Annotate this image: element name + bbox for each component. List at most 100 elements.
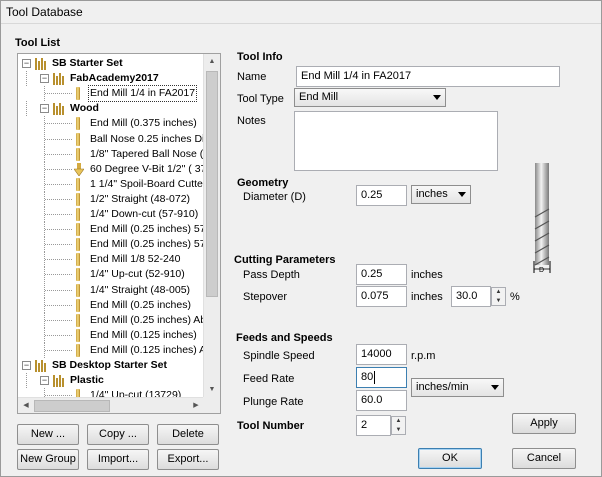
scroll-up-icon[interactable]: ▲ bbox=[204, 54, 220, 70]
copy-tool-button[interactable]: Copy ... bbox=[87, 424, 149, 445]
tree-item-label: 1 1/4" Spoil-Board Cutter ( bbox=[90, 177, 204, 190]
tree-tool-row[interactable]: 1 1/4" Spoil-Board Cutter ( bbox=[18, 176, 204, 192]
tree-tool-row[interactable]: End Mill (0.25 inches) 57-2 bbox=[18, 237, 204, 253]
tool-type-value: End Mill bbox=[299, 91, 339, 103]
plunge-rate-input[interactable]: 60.0 bbox=[356, 390, 407, 411]
minus-box-icon[interactable]: − bbox=[22, 361, 31, 370]
rate-units-select[interactable]: inches/min bbox=[411, 378, 504, 397]
new-tool-button[interactable]: New ... bbox=[17, 424, 79, 445]
tree-tool-row[interactable]: End Mill (0.375 inches) bbox=[18, 116, 204, 132]
end-mill-icon bbox=[76, 208, 80, 221]
tree-connector bbox=[45, 183, 72, 185]
tool-type-select[interactable]: End Mill bbox=[294, 88, 446, 107]
tree-item-label: End Mill 1/4 in FA2017 bbox=[87, 85, 198, 103]
apply-button[interactable]: Apply bbox=[512, 413, 576, 434]
tree-group-row[interactable]: − SB Desktop Starter Set bbox=[18, 358, 204, 373]
tree-item-label: SB Starter Set bbox=[52, 57, 123, 69]
minus-box-icon[interactable]: − bbox=[40, 104, 49, 114]
tree-connector bbox=[26, 101, 27, 117]
end-mill-icon bbox=[76, 117, 80, 131]
scroll-left-icon[interactable]: ◀ bbox=[18, 398, 34, 413]
title-bar: Tool Database bbox=[0, 0, 602, 24]
end-mill-icon bbox=[76, 298, 80, 312]
scroll-right-icon[interactable]: ▶ bbox=[188, 398, 204, 413]
tree-group-row[interactable]: − FabAcademy2017 bbox=[18, 71, 204, 87]
spin-up-icon[interactable]: ▲ bbox=[392, 417, 405, 425]
stepover-percent-spinner[interactable]: ▲ ▼ bbox=[491, 287, 506, 306]
tree-group-row[interactable]: − SB Starter Set bbox=[18, 56, 204, 71]
tree-connector bbox=[45, 93, 72, 95]
tree-item-label: Ball Nose 0.25 inches Dia bbox=[90, 132, 204, 145]
tree-vertical-scrollbar[interactable]: ▲ ▼ bbox=[203, 54, 220, 398]
diameter-units-select[interactable]: inches bbox=[411, 185, 471, 204]
tree-group-row[interactable]: − Plastic bbox=[18, 373, 204, 389]
tree-connector bbox=[45, 214, 72, 215]
tree-connector bbox=[45, 289, 72, 291]
feed-rate-input[interactable]: 80 bbox=[356, 367, 407, 388]
cancel-button[interactable]: Cancel bbox=[512, 448, 576, 469]
tree-item-label: SB Desktop Starter Set bbox=[52, 359, 167, 371]
ok-button[interactable]: OK bbox=[418, 448, 482, 469]
tool-type-label: Tool Type bbox=[237, 93, 284, 105]
tool-number-input[interactable]: 2 bbox=[356, 415, 391, 436]
import-button[interactable]: Import... bbox=[87, 449, 149, 470]
minus-box-icon[interactable]: − bbox=[40, 376, 49, 386]
window-title: Tool Database bbox=[6, 5, 83, 19]
spindle-speed-label: Spindle Speed bbox=[243, 350, 315, 362]
spin-down-icon[interactable]: ▼ bbox=[492, 297, 505, 305]
minus-box-icon[interactable]: − bbox=[40, 74, 49, 84]
tree-connector bbox=[45, 259, 72, 261]
tree-tool-row[interactable]: 60 Degree V-Bit 1/2" ( 37- bbox=[18, 161, 204, 177]
feed-rate-label: Feed Rate bbox=[243, 373, 295, 385]
stepover-percent-input[interactable]: 30.0 bbox=[451, 286, 491, 307]
tree-tool-row[interactable]: End Mill 1/8 52-240 bbox=[18, 252, 204, 268]
tree-tool-row[interactable]: End Mill (0.25 inches) Abet bbox=[18, 312, 204, 328]
chevron-down-icon bbox=[458, 192, 466, 197]
tree-tool-row[interactable]: End Mill 1/4 in FA2017 bbox=[18, 85, 204, 103]
spin-up-icon[interactable]: ▲ bbox=[492, 288, 505, 296]
tree-group-row[interactable]: − Wood bbox=[18, 101, 204, 117]
tree-item-label: End Mill (0.125 inches) bbox=[90, 328, 197, 341]
end-mill-icon bbox=[76, 177, 80, 191]
tree-tool-row[interactable]: 1/2" Straight (48-072) bbox=[18, 191, 204, 207]
tree-tool-row[interactable]: Ball Nose 0.25 inches Dia bbox=[18, 131, 204, 147]
tree-tool-row[interactable]: 1/8" Tapered Ball Nose ( 7! bbox=[18, 146, 204, 162]
tool-list-heading: Tool List bbox=[15, 37, 61, 49]
tool-group-icon bbox=[53, 103, 67, 116]
tree-connector bbox=[45, 274, 72, 276]
tree-tool-row[interactable]: 1/4" Down-cut (57-910) bbox=[18, 207, 204, 222]
stepover-input[interactable]: 0.075 bbox=[356, 286, 407, 307]
scroll-down-icon[interactable]: ▼ bbox=[204, 382, 220, 398]
tool-name-input[interactable]: End Mill 1/4 in FA2017 bbox=[296, 66, 560, 87]
export-button[interactable]: Export... bbox=[157, 449, 219, 470]
tree-tool-row[interactable]: 1/4" Up-cut (52-910) bbox=[18, 267, 204, 283]
tree-tool-row[interactable]: End Mill (0.25 inches) bbox=[18, 297, 204, 313]
spin-down-icon[interactable]: ▼ bbox=[392, 426, 405, 434]
tool-number-spinner[interactable]: ▲ ▼ bbox=[391, 416, 406, 435]
tree-item-label: End Mill (0.375 inches) bbox=[90, 117, 197, 130]
minus-box-icon[interactable]: − bbox=[22, 59, 31, 68]
end-mill-icon bbox=[76, 328, 80, 342]
diameter-input[interactable]: 0.25 bbox=[356, 185, 407, 206]
tree-tool-row[interactable]: End Mill (0.125 inches) bbox=[18, 327, 204, 343]
new-group-button[interactable]: New Group bbox=[17, 449, 79, 470]
tree-connector bbox=[45, 244, 72, 246]
notes-textarea[interactable] bbox=[294, 111, 498, 171]
pass-depth-unit: inches bbox=[411, 269, 443, 281]
tree-horizontal-scrollbar[interactable]: ◀ ▶ bbox=[18, 397, 204, 413]
tree-connector bbox=[26, 71, 27, 87]
delete-tool-button[interactable]: Delete bbox=[157, 424, 219, 445]
end-mill-diagram-icon: D bbox=[533, 163, 551, 274]
tree-item-label: End Mill (0.125 inches) Abe bbox=[90, 343, 204, 356]
tree-tool-row[interactable]: End Mill (0.125 inches) Abe bbox=[18, 342, 204, 358]
tool-tree[interactable]: − SB Starter Set − FabAcademy2017 End Mill 1… bbox=[17, 53, 221, 414]
spindle-speed-input[interactable]: 14000 bbox=[356, 344, 407, 365]
tree-connector bbox=[45, 349, 72, 351]
v-bit-icon bbox=[73, 162, 85, 177]
tree-tool-row[interactable]: 1/4" Straight (48-005) bbox=[18, 282, 204, 298]
pass-depth-input[interactable]: 0.25 bbox=[356, 264, 407, 285]
scroll-thumb[interactable] bbox=[34, 400, 110, 412]
tree-tool-row[interactable]: End Mill (0.25 inches) 57-2 bbox=[18, 222, 204, 238]
tool-group-icon bbox=[35, 58, 49, 70]
scroll-thumb[interactable] bbox=[206, 71, 218, 297]
